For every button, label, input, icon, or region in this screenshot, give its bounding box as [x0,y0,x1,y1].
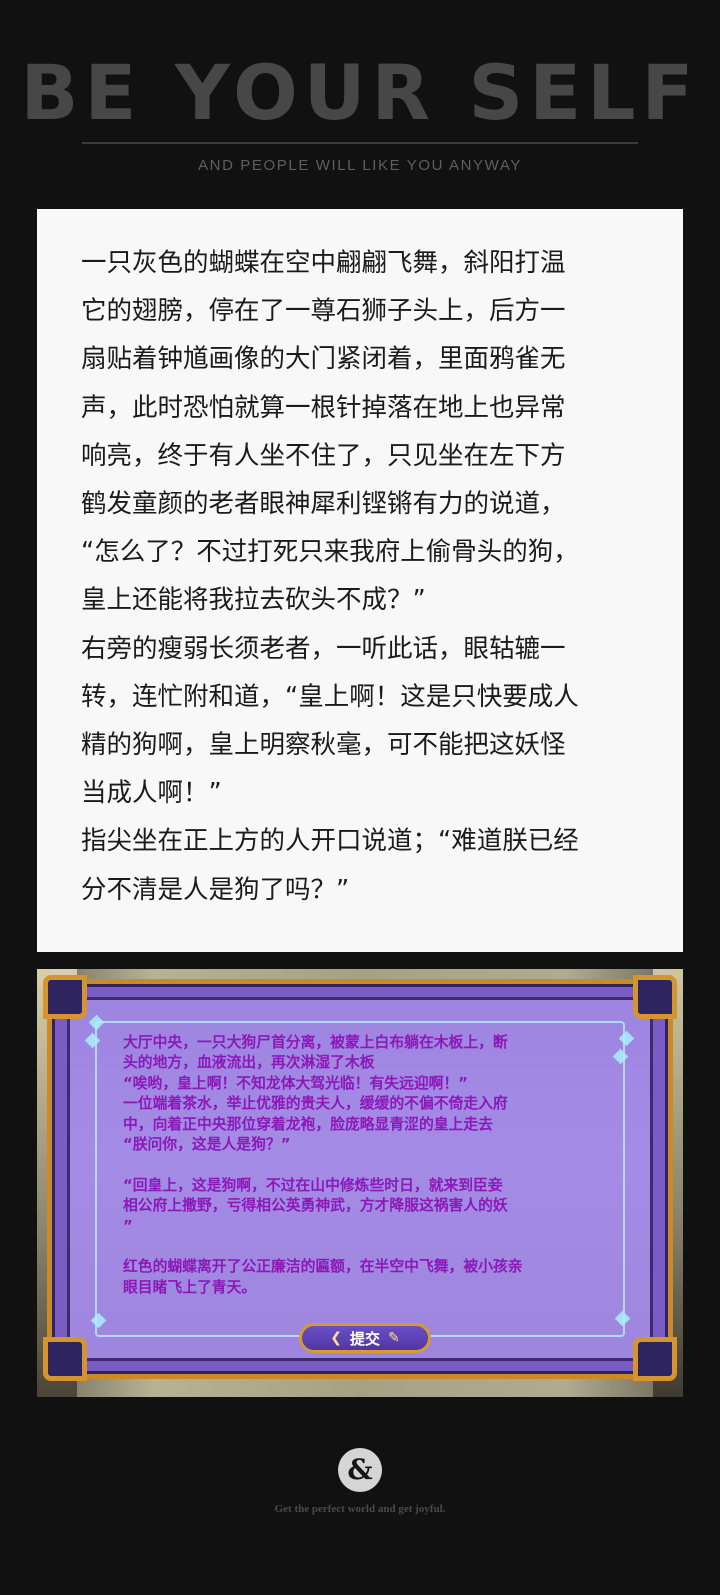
submit-button[interactable]: ❮ 提交 ✎ [299,1323,431,1353]
frame-corner-ornament [43,1337,87,1381]
footer-tagline: Get the perfect world and get joyful. [274,1503,446,1515]
frame-corner-ornament [633,975,677,1019]
header-subtitle: AND PEOPLE WILL LIKE YOU ANYWAY [198,157,522,174]
frame-corner-ornament [633,1337,677,1381]
story-text: 一只灰色的蝴蝶在空中翩翩飞舞，斜阳打温 它的翅膀，停在了一尊石狮子头上，后方一 … [81,248,579,905]
header-title: BE YOUR SELF [20,48,700,137]
dialog-text: 大厅中央，一只大狗尸首分离，被蒙上白布躺在木板上，断 头的地方，血液流出，再次淋… [123,1034,523,1296]
story-card: 一只灰色的蝴蝶在空中翩翩飞舞，斜阳打温 它的翅膀，停在了一尊石狮子头上，后方一 … [37,209,683,952]
header-divider [82,142,638,144]
frame-corner-ornament [43,975,87,1019]
ampersand-logo-icon: & [338,1448,382,1492]
chevron-left-icon: ❮ [330,1330,342,1346]
pen-icon: ✎ [388,1330,400,1346]
submit-button-label: 提交 [349,1329,380,1348]
game-dialog-screenshot: 大厅中央，一只大狗尸首分离，被蒙上白布躺在木板上，断 头的地方，血液流出，再次淋… [37,969,683,1397]
